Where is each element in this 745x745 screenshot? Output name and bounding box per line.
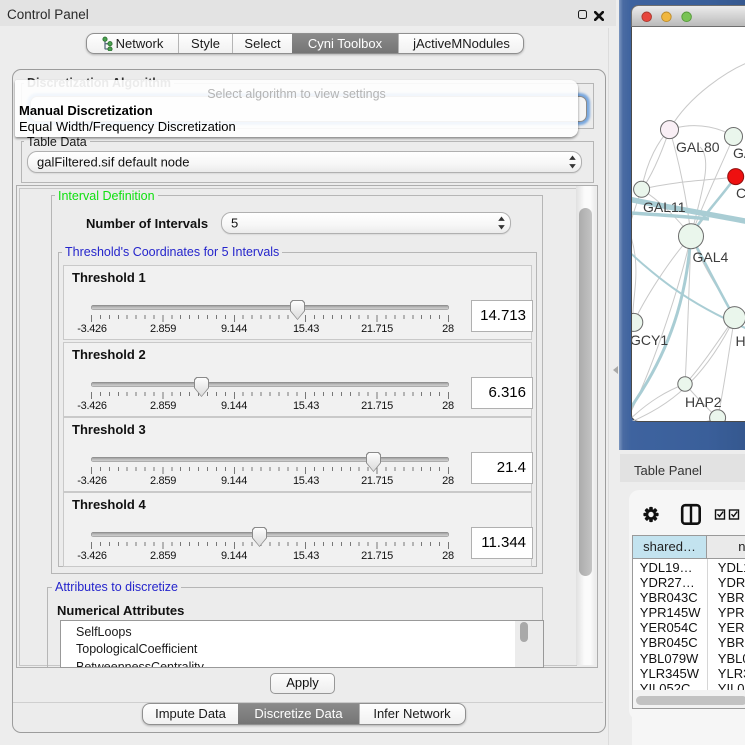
svg-text:GA: GA [733, 145, 745, 161]
svg-text:C: C [736, 185, 745, 201]
svg-text:GAL4: GAL4 [693, 249, 729, 265]
svg-text:H: H [736, 333, 745, 349]
svg-text:GCY1: GCY1 [630, 332, 668, 348]
svg-text:GAL80: GAL80 [676, 139, 720, 155]
svg-text:GAL11: GAL11 [643, 199, 686, 215]
svg-text:HAP2: HAP2 [685, 394, 722, 410]
